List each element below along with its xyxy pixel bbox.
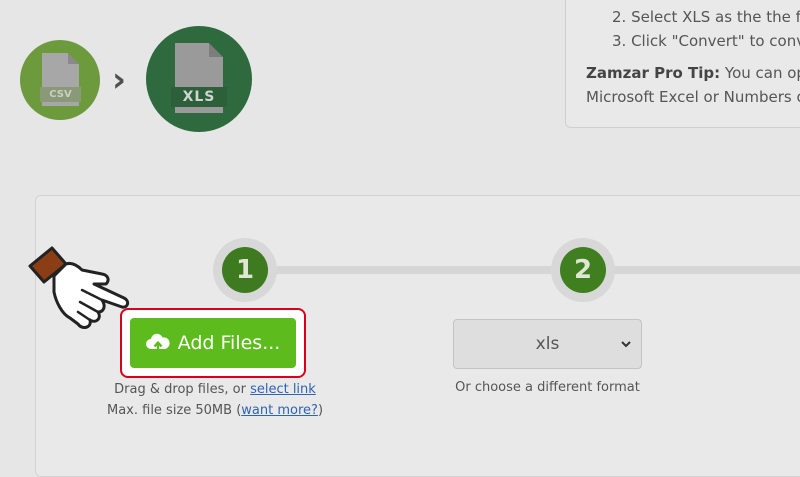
max-size-suffix: ): [317, 403, 324, 418]
choose-format-hint: Or choose a different format: [455, 380, 640, 395]
add-files-button[interactable]: Add Files...: [130, 318, 296, 368]
instruction-step-2: 2. Select XLS as the the fo: [612, 8, 800, 26]
add-files-label: Add Files...: [177, 332, 281, 354]
csv-format-icon: CSV: [20, 40, 100, 120]
csv-label: CSV: [40, 87, 81, 102]
steps-progress-line: [216, 266, 800, 274]
drag-drop-text: Drag & drop files, or select link: [90, 382, 340, 397]
chevron-down-icon: [621, 341, 631, 348]
xls-document-icon: XLS: [171, 43, 227, 113]
select-link[interactable]: select link: [250, 382, 316, 397]
instruction-step-3: 3. Click "Convert" to conv: [612, 32, 800, 50]
cloud-upload-icon: [145, 333, 170, 352]
pro-tip: Zamzar Pro Tip: You can ope Microsoft Ex…: [586, 61, 800, 109]
step-2-number: 2: [560, 247, 606, 293]
chevron-right-icon: ›: [112, 60, 127, 100]
pointing-hand-icon: [28, 246, 130, 329]
step-1-number: 1: [222, 247, 268, 293]
csv-document-icon: CSV: [40, 53, 81, 106]
pro-tip-label: Zamzar Pro Tip:: [586, 64, 721, 82]
pro-tip-text: You can ope: [724, 64, 800, 82]
xls-format-icon: XLS: [146, 26, 252, 132]
drag-drop-prefix: Drag & drop files, or: [114, 382, 251, 397]
step-2-indicator: 2: [551, 238, 615, 302]
xls-label: XLS: [171, 87, 227, 107]
format-select[interactable]: xls: [453, 319, 642, 369]
max-size-prefix: Max. file size 50MB (: [106, 403, 242, 418]
step-1-indicator: 1: [213, 238, 277, 302]
instructions-box: 2. Select XLS as the the fo 3. Click "Co…: [565, 0, 800, 128]
instruction-steps: 2. Select XLS as the the fo 3. Click "Co…: [612, 5, 800, 53]
max-file-size-text: Max. file size 50MB (want more?): [90, 403, 340, 418]
want-more-link[interactable]: want more?: [241, 403, 318, 418]
pro-tip-text-line2: Microsoft Excel or Numbers o: [586, 88, 800, 106]
format-selected-value: xls: [535, 334, 560, 354]
